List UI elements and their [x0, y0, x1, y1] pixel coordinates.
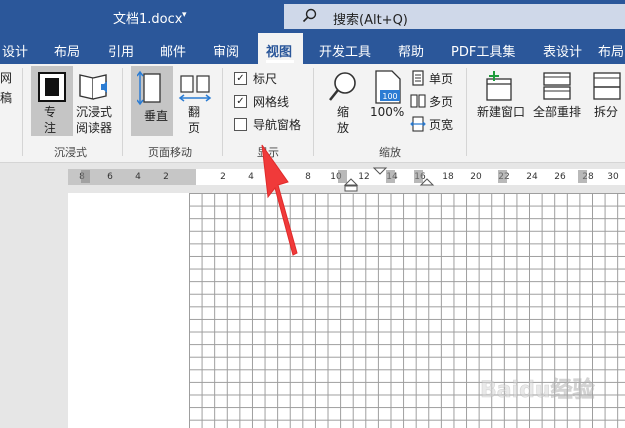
magnifier-icon	[329, 72, 356, 101]
zoom-100-badge-text: 100	[382, 92, 397, 101]
zoom-label-line2[interactable]: 放	[337, 120, 349, 137]
show-group-label: 显示	[257, 146, 279, 159]
arrange-all-icon	[543, 72, 571, 100]
focus-label-line2: 注	[44, 121, 57, 135]
page-move-group-label: 页面移动	[148, 146, 192, 159]
active-tab-indicator	[266, 60, 294, 63]
group-divider	[222, 68, 223, 156]
ribbon-tabs: 设计 布局 引用 邮件 审阅 视图 开发工具 帮助 PDF工具集 表设计 布局	[0, 33, 625, 64]
group-divider	[22, 68, 23, 156]
search-box[interactable]: 搜索(Alt+Q)	[284, 4, 625, 29]
tab-table-layout[interactable]: 布局	[598, 41, 624, 60]
ruler-label: 标尺	[253, 72, 278, 86]
ruler-markers	[81, 167, 587, 192]
page-width-icon	[410, 116, 426, 132]
zoom-100-label[interactable]: 100%	[370, 104, 404, 121]
ruler-checkbox[interactable]: ✓	[234, 72, 247, 85]
group-divider	[122, 68, 123, 156]
gridlines-checkbox[interactable]: ✓	[234, 95, 247, 108]
zoom-group-label: 缩放	[379, 146, 401, 159]
multiple-pages-label[interactable]: 多页	[429, 93, 453, 110]
immersive-reader-label-line1[interactable]: 沉浸式	[76, 104, 112, 121]
one-page-label[interactable]: 单页	[429, 70, 453, 87]
multiple-pages-icon	[410, 94, 426, 108]
split-label[interactable]: 拆分	[594, 104, 618, 121]
focus-icon	[38, 72, 66, 102]
baidu-watermark: Baidu经验	[480, 377, 595, 404]
tab-design[interactable]: 设计	[2, 41, 28, 60]
tab-references[interactable]: 引用	[108, 41, 134, 60]
immersive-reader-label-line2[interactable]: 阅读器	[76, 120, 112, 137]
tab-developer[interactable]: 开发工具	[319, 41, 371, 60]
tab-layout[interactable]: 布局	[54, 41, 80, 60]
search-icon	[302, 8, 317, 23]
focus-label-line1: 专	[44, 105, 57, 119]
chevron-down-icon[interactable]: ▾	[182, 10, 187, 20]
page-width-label[interactable]: 页宽	[429, 116, 453, 133]
tab-table-design[interactable]: 表设计	[543, 41, 582, 60]
navigation-pane-checkbox[interactable]	[234, 118, 247, 131]
arrange-all-label[interactable]: 全部重排	[533, 104, 581, 121]
search-label: 搜索(Alt+Q)	[333, 13, 408, 28]
tab-pdf-tools[interactable]: PDF工具集	[451, 41, 515, 60]
draft-button-line1[interactable]: 网	[0, 70, 12, 87]
one-page-icon	[412, 70, 424, 86]
immersive-reader-icon	[79, 74, 107, 100]
title-bar: 文档1.docx ▾ 搜索(Alt+Q)	[0, 0, 625, 33]
ribbon: 网 稿 专 注 沉浸式 阅读器 沉浸式 垂直 翻 页 页面移动 ✓ 标尺 ✓ 网…	[0, 64, 625, 163]
flip-label-line2[interactable]: 页	[188, 120, 200, 137]
tab-view-label: 视图	[266, 45, 293, 60]
watermark-text: Baidu经验	[480, 377, 595, 403]
new-window-label[interactable]: 新建窗口	[477, 104, 525, 121]
tab-review[interactable]: 审阅	[213, 41, 239, 60]
immersive-group-label: 沉浸式	[54, 146, 87, 159]
gridlines-label: 网格线	[253, 95, 290, 109]
split-icon	[593, 72, 621, 100]
group-divider	[313, 68, 314, 156]
new-window-icon	[486, 71, 512, 101]
draft-button-line2[interactable]: 稿	[0, 90, 12, 107]
tab-mailings[interactable]: 邮件	[160, 41, 186, 60]
tab-help[interactable]: 帮助	[398, 41, 424, 60]
side-to-side-icon	[178, 75, 212, 102]
flip-label-line1[interactable]: 翻	[188, 104, 200, 121]
vertical-scroll-icon	[137, 70, 161, 106]
vertical-label: 垂直	[144, 109, 169, 123]
navigation-pane-label: 导航窗格	[253, 118, 302, 132]
zoom-label-line1[interactable]: 缩	[337, 104, 349, 121]
document-title: 文档1.docx	[113, 12, 183, 27]
group-divider	[466, 68, 467, 156]
zoom-100-icon: 100	[375, 70, 401, 104]
